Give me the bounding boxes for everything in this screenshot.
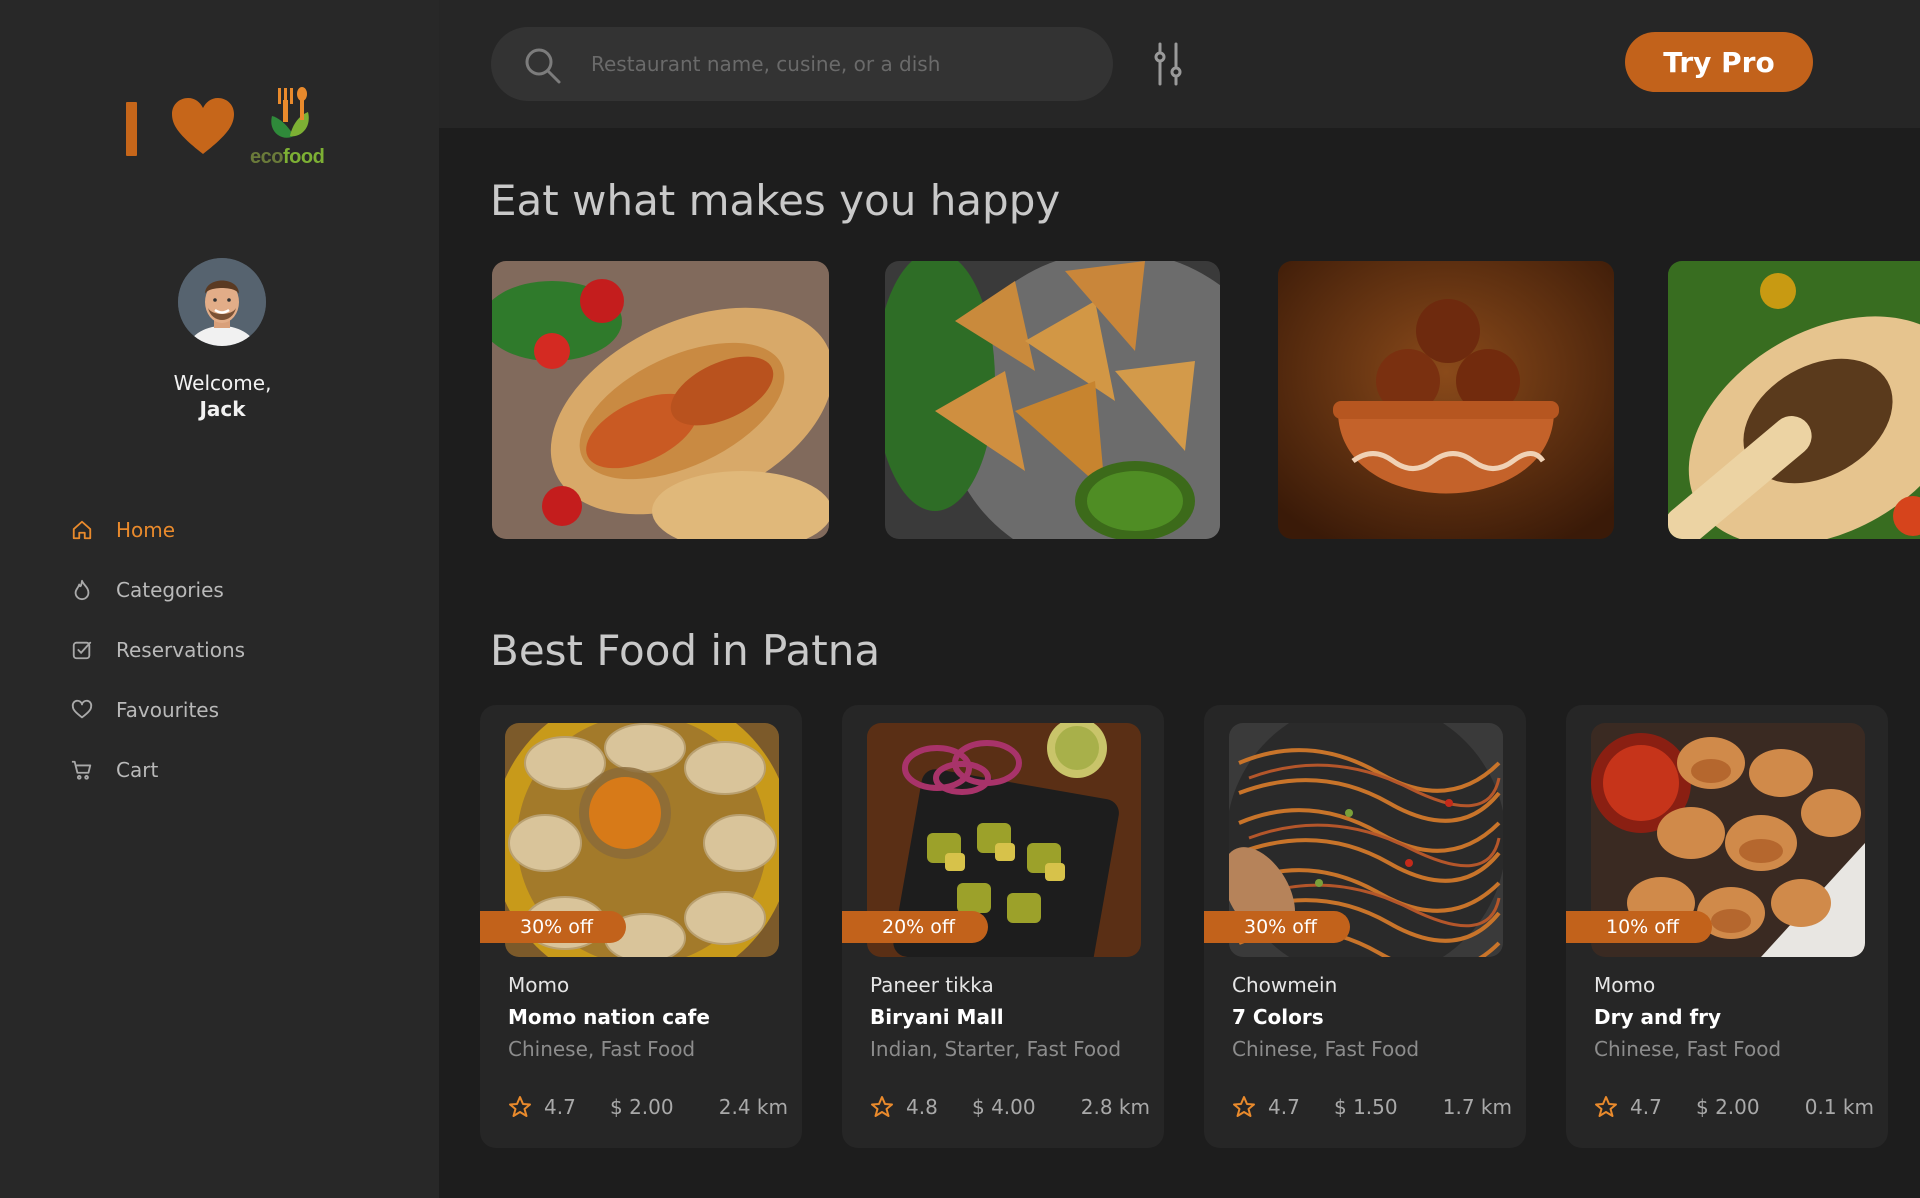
cuisine-text: Chinese, Fast Food xyxy=(1594,1037,1782,1061)
sidebar-item-label: Reservations xyxy=(116,638,246,662)
checkbox-icon xyxy=(70,638,94,662)
restaurant-card[interactable]: 30% off Momo Momo nation cafe Chinese, F… xyxy=(480,705,802,1148)
sidebar-item-home[interactable]: Home xyxy=(70,500,245,560)
home-icon xyxy=(70,518,94,542)
section-title-best: Best Food in Patna xyxy=(490,626,881,675)
dosa-image[interactable] xyxy=(1668,261,1920,539)
price-value: $ 4.00 xyxy=(972,1095,1036,1119)
rating-value: 4.7 xyxy=(544,1095,576,1119)
price-value: $ 2.00 xyxy=(1696,1095,1760,1119)
logo-word-food: food xyxy=(282,146,325,168)
filter-sliders-icon[interactable] xyxy=(1151,42,1185,86)
welcome-greeting: Welcome, xyxy=(173,371,272,395)
logo-letter-i xyxy=(126,102,137,156)
search-icon xyxy=(525,48,561,84)
dish-name: Momo xyxy=(1594,973,1656,997)
dish-name: Paneer tikka xyxy=(870,973,994,997)
card-meta: 4.7 $ 1.50 1.7 km xyxy=(1232,1095,1512,1121)
distance-value: 1.7 km xyxy=(1442,1095,1512,1119)
app-root: ecofood Welcome, Jack Home Categories Re… xyxy=(0,0,1920,1198)
cuisine-text: Chinese, Fast Food xyxy=(508,1037,696,1061)
sidebar-nav: Home Categories Reservations Favourites xyxy=(70,500,245,800)
welcome-text: Welcome, Jack xyxy=(0,370,445,422)
cuisine-text: Chinese, Fast Food xyxy=(1232,1037,1420,1061)
discount-badge: 30% off xyxy=(480,911,626,943)
sidebar-item-cart[interactable]: Cart xyxy=(70,740,245,800)
sidebar-item-label: Cart xyxy=(116,758,159,782)
user-name: Jack xyxy=(199,397,246,421)
avatar[interactable] xyxy=(178,258,266,346)
flame-icon xyxy=(70,578,94,602)
user-portrait xyxy=(178,258,266,346)
restaurant-name: Momo nation cafe xyxy=(508,1005,710,1029)
rating-value: 4.7 xyxy=(1630,1095,1662,1119)
logo-heart-icon xyxy=(172,98,234,154)
search-input[interactable] xyxy=(591,27,1091,101)
gulab-jamun-image[interactable] xyxy=(1278,261,1614,539)
top-bar: Try Pro xyxy=(439,0,1920,128)
try-pro-button[interactable]: Try Pro xyxy=(1625,32,1813,92)
sidebar-item-label: Categories xyxy=(116,578,224,602)
star-icon xyxy=(1233,1096,1255,1117)
restaurant-name: Dry and fry xyxy=(1594,1005,1722,1029)
cuisine-text: Indian, Starter, Fast Food xyxy=(870,1037,1122,1061)
star-icon xyxy=(509,1096,531,1117)
search-bar[interactable] xyxy=(491,27,1113,101)
star-icon xyxy=(871,1096,893,1117)
paratha-wrap-image[interactable] xyxy=(492,261,829,539)
distance-value: 0.1 km xyxy=(1804,1095,1874,1119)
restaurant-card[interactable]: 30% off Chowmein 7 Colors Chinese, Fast … xyxy=(1204,705,1526,1148)
sidebar-item-label: Favourites xyxy=(116,698,220,722)
discount-badge: 10% off xyxy=(1566,911,1712,943)
dish-name: Chowmein xyxy=(1232,973,1338,997)
distance-value: 2.8 km xyxy=(1080,1095,1150,1119)
rating-value: 4.8 xyxy=(906,1095,938,1119)
logo-word-eco: eco xyxy=(250,146,283,168)
heart-icon xyxy=(70,698,94,722)
restaurant-name: 7 Colors xyxy=(1232,1005,1324,1029)
ecofood-logo: ecofood xyxy=(250,86,340,176)
star-icon xyxy=(1595,1096,1617,1117)
restaurant-card[interactable]: 10% off Momo Dry and fry Chinese, Fast F… xyxy=(1566,705,1888,1148)
restaurant-card[interactable]: 20% off Paneer tikka Biryani Mall Indian… xyxy=(842,705,1164,1148)
brand-logo[interactable]: ecofood xyxy=(122,86,342,176)
section-title-happy: Eat what makes you happy xyxy=(490,176,1061,225)
samosa-image[interactable] xyxy=(885,261,1220,539)
sidebar-item-categories[interactable]: Categories xyxy=(70,560,245,620)
sidebar: ecofood Welcome, Jack Home Categories Re… xyxy=(0,0,439,1198)
price-value: $ 2.00 xyxy=(610,1095,674,1119)
logo-wordmark: ecofood xyxy=(250,146,325,169)
sidebar-item-reservations[interactable]: Reservations xyxy=(70,620,245,680)
sidebar-item-label: Home xyxy=(116,518,176,542)
leaf-utensils-icon xyxy=(271,87,309,138)
sidebar-item-favourites[interactable]: Favourites xyxy=(70,680,245,740)
card-meta: 4.8 $ 4.00 2.8 km xyxy=(870,1095,1150,1121)
price-value: $ 1.50 xyxy=(1334,1095,1398,1119)
restaurant-name: Biryani Mall xyxy=(870,1005,1004,1029)
discount-badge: 20% off xyxy=(842,911,988,943)
rating-value: 4.7 xyxy=(1268,1095,1300,1119)
cart-icon xyxy=(70,758,94,782)
card-meta: 4.7 $ 2.00 0.1 km xyxy=(1594,1095,1874,1121)
card-meta: 4.7 $ 2.00 2.4 km xyxy=(508,1095,788,1121)
dish-name: Momo xyxy=(508,973,570,997)
discount-badge: 30% off xyxy=(1204,911,1350,943)
distance-value: 2.4 km xyxy=(718,1095,788,1119)
